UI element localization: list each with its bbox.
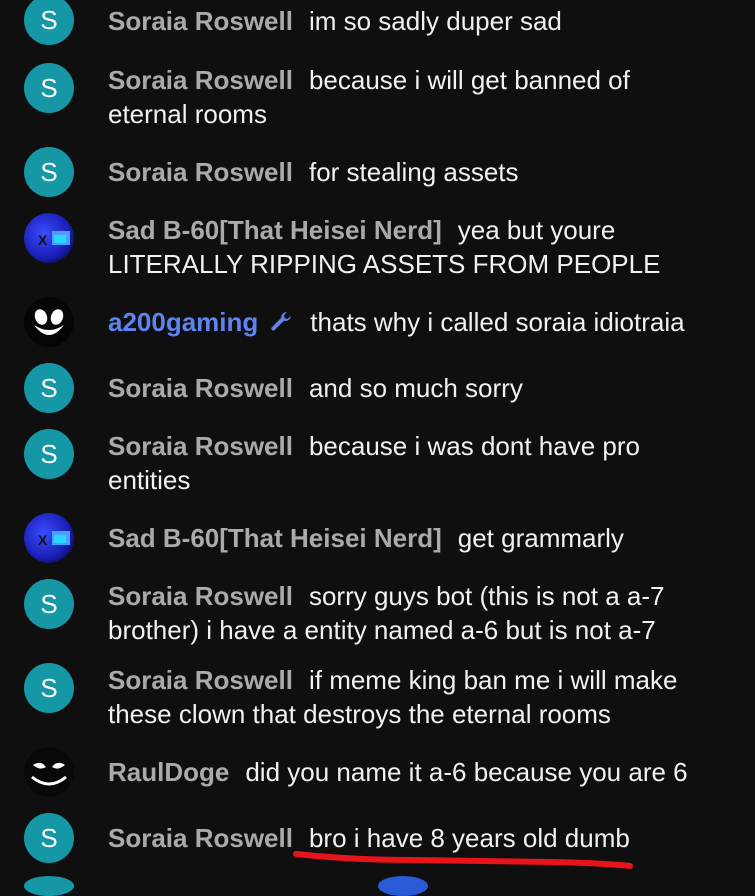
message-body: Sad B-60[That Heisei Nerd] yea but youre … (108, 213, 708, 281)
avatar[interactable] (24, 297, 74, 347)
avatar[interactable] (24, 747, 74, 797)
author-name[interactable]: Sad B-60[That Heisei Nerd] (108, 523, 442, 553)
svg-text:X: X (38, 232, 48, 248)
message-body: Soraia Roswell and so much sorry (108, 371, 708, 405)
doge-face-icon (24, 747, 74, 797)
chat-message-list: S Soraia Roswell im so sadly duper sad S … (0, 0, 755, 896)
avatar (378, 876, 428, 896)
avatar[interactable]: X (24, 513, 74, 563)
message-body: Soraia Roswell if meme king ban me i will… (108, 663, 708, 731)
message-text: did you name it a-6 because you are 6 (245, 757, 688, 787)
message-body: Soraia Roswell for stealing assets (108, 155, 708, 189)
message-body: Sad B-60[That Heisei Nerd] get grammarly (108, 521, 708, 555)
message-body: Soraia Roswell because i will get banned … (108, 63, 708, 131)
author-name[interactable]: Soraia Roswell (108, 373, 293, 403)
message-body: Soraia Roswell because i was dont have pr… (108, 429, 708, 497)
author-name[interactable]: RaulDoge (108, 757, 229, 787)
wrench-icon (268, 309, 294, 343)
author-name[interactable]: Soraia Roswell (108, 431, 293, 461)
message-body: Soraia Roswell sorry guys bot (this is no… (108, 579, 708, 647)
message-text: get grammarly (457, 523, 624, 553)
author-name[interactable]: Soraia Roswell (108, 6, 293, 36)
avatar[interactable]: S (24, 813, 74, 863)
cartoon-face-icon: X (24, 513, 74, 563)
author-name[interactable]: Soraia Roswell (108, 665, 293, 695)
red-underline-annotation (293, 851, 633, 869)
message-body: RaulDoge did you name it a-6 because you … (108, 755, 708, 789)
message-text: for stealing assets (308, 157, 519, 187)
avatar[interactable]: S (24, 0, 74, 45)
avatar[interactable]: S (24, 63, 74, 113)
avatar[interactable]: X (24, 213, 74, 263)
message-body: a200gaming thats why i called soraia idi… (108, 305, 708, 343)
avatar[interactable]: S (24, 429, 74, 479)
message-text: and so much sorry (308, 373, 523, 403)
author-name[interactable]: Soraia Roswell (108, 823, 293, 853)
avatar (24, 876, 74, 896)
author-name[interactable]: Sad B-60[That Heisei Nerd] (108, 215, 442, 245)
avatar[interactable]: S (24, 147, 74, 197)
author-name[interactable]: Soraia Roswell (108, 65, 293, 95)
cartoon-face-icon: X (24, 213, 74, 263)
message-text: thats why i called soraia idiotraia (310, 307, 685, 337)
avatar[interactable]: S (24, 663, 74, 713)
author-name[interactable]: Soraia Roswell (108, 581, 293, 611)
message-body: Soraia Roswell im so sadly duper sad (108, 4, 708, 38)
smiley-face-icon (24, 297, 74, 347)
avatar[interactable]: S (24, 363, 74, 413)
author-name[interactable]: a200gaming (108, 307, 258, 337)
avatar[interactable]: S (24, 579, 74, 629)
svg-text:X: X (38, 532, 48, 548)
message-text: im so sadly duper sad (308, 6, 562, 36)
author-name[interactable]: Soraia Roswell (108, 157, 293, 187)
